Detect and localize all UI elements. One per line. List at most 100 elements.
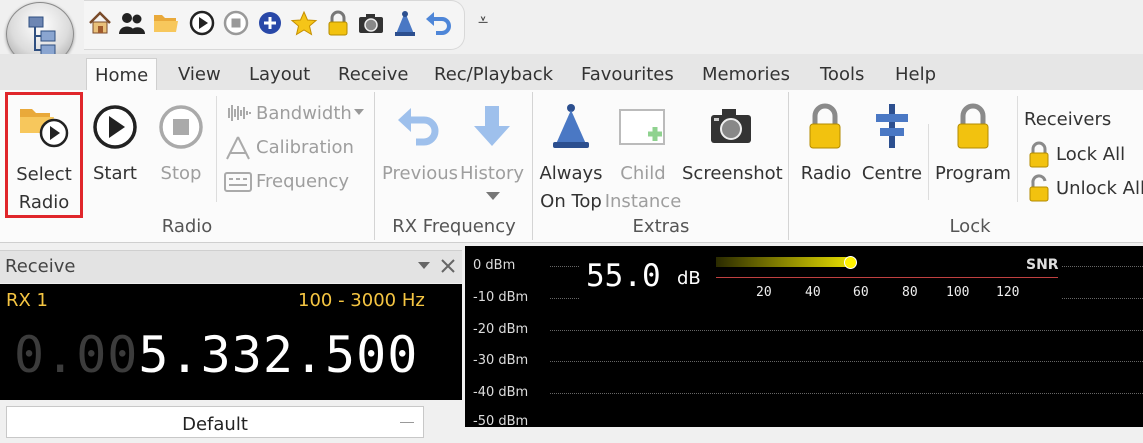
snr-tick: 20 (756, 285, 772, 300)
history-dropdown-icon (486, 192, 500, 200)
lock-program-button[interactable]: Program (934, 160, 1012, 187)
lock-group-divider (928, 124, 929, 200)
grid-line (550, 393, 1143, 394)
rx-bandwidth: 100 - 3000 Hz (298, 290, 425, 311)
home-icon[interactable] (86, 9, 114, 37)
panel-close-icon[interactable] (440, 258, 456, 274)
frequency-leading-digits: 0.00 (14, 326, 139, 384)
always-on-top-icon (553, 104, 589, 148)
select-radio-icon (20, 109, 69, 148)
radio-group-divider (216, 96, 217, 202)
tab-home[interactable]: Home (86, 58, 158, 91)
tab-rec-playback[interactable]: Rec/Playback (434, 58, 553, 90)
tab-favourites[interactable]: Favourites (581, 58, 674, 90)
lock-group-divider (1017, 96, 1018, 202)
history-button[interactable]: History (456, 160, 528, 187)
snr-peak-marker (844, 256, 857, 269)
lock-group-label: Lock (949, 216, 991, 237)
snr-tick: 60 (853, 285, 869, 300)
mode-dropdown-icon (400, 422, 414, 423)
bandwidth-icon (228, 105, 251, 121)
add-icon[interactable] (256, 9, 284, 37)
bandwidth-button[interactable]: Bandwidth (256, 100, 352, 127)
snr-unit: dB (677, 268, 701, 289)
tab-help[interactable]: Help (895, 58, 936, 90)
lock-all-button[interactable]: Lock All (1056, 141, 1125, 168)
child-instance-icon (619, 109, 665, 145)
start-icon[interactable] (92, 104, 138, 150)
centre-lock-icon (876, 104, 908, 148)
snr-tick: 120 (996, 285, 1020, 300)
db-label: -10 dBm (473, 290, 529, 305)
db-label: -20 dBm (473, 322, 529, 337)
db-label: -40 dBm (473, 385, 529, 400)
snr-bar (716, 257, 852, 267)
always-on-top-label-2[interactable]: On Top (536, 188, 606, 215)
snr-scale-line (716, 277, 1058, 278)
unlock-all-button[interactable]: Unlock All (1056, 175, 1143, 202)
radio-group-label: Radio (161, 216, 213, 237)
screenshot-button[interactable]: Screenshot (682, 160, 783, 187)
rx-frequency-group-label: RX Frequency (392, 216, 516, 237)
snr-tick: 40 (805, 285, 821, 300)
db-label: -30 dBm (473, 353, 529, 368)
frequency-button[interactable]: Frequency (256, 168, 349, 195)
calibration-icon (226, 136, 250, 160)
start-button[interactable]: Start (88, 160, 142, 187)
antenna-icon[interactable] (391, 9, 419, 37)
tab-view[interactable]: View (178, 58, 221, 90)
group-separator (788, 92, 789, 240)
program-lock-icon (957, 103, 989, 149)
history-icon (474, 106, 510, 146)
extras-group-label: Extras (632, 216, 690, 237)
receive-panel-title: Receive (5, 256, 76, 277)
folder-icon[interactable] (152, 9, 180, 37)
users-icon[interactable] (118, 9, 146, 37)
select-radio-button[interactable]: Select Radio (5, 92, 83, 218)
rx-name: RX 1 (6, 290, 49, 311)
select-radio-label-2: Radio (18, 192, 70, 213)
tab-tools[interactable]: Tools (820, 58, 864, 90)
grid-line (550, 361, 1143, 362)
panel-dropdown-icon[interactable] (418, 262, 430, 270)
child-instance-label-2[interactable]: Instance (604, 188, 682, 215)
camera-icon[interactable] (357, 9, 385, 37)
grid-line (550, 330, 1143, 331)
unlock-all-icon (1029, 174, 1049, 202)
snr-tick: 100 (946, 285, 970, 300)
frequency-digits: 5.332.500 (138, 326, 419, 384)
lock-centre-button[interactable]: Centre (858, 160, 926, 187)
select-radio-label-1: Select (16, 164, 72, 185)
ribbon-tab-strip (0, 54, 1143, 90)
play-icon[interactable] (188, 9, 216, 37)
rx-frequency-display[interactable]: 0.005.332.500 (14, 326, 418, 384)
frequency-keypad-icon (224, 172, 252, 192)
snr-value: 55.0 (586, 258, 661, 294)
db-label: 0 dBm (473, 258, 516, 273)
lock-all-icon (1029, 141, 1049, 168)
tab-memories[interactable]: Memories (702, 58, 790, 90)
stop-button[interactable]: Stop (154, 160, 208, 187)
calibration-button[interactable]: Calibration (256, 134, 354, 161)
radio-lock-icon (809, 103, 841, 149)
snr-tick: 80 (902, 285, 918, 300)
screenshot-camera-icon (711, 109, 751, 143)
tab-layout[interactable]: Layout (249, 58, 310, 90)
previous-button[interactable]: Previous (380, 160, 460, 187)
always-on-top-label-1[interactable]: Always (536, 160, 606, 187)
star-icon[interactable] (290, 9, 318, 37)
undo-icon[interactable] (424, 9, 452, 37)
previous-icon (398, 108, 439, 146)
customize-qat-button[interactable]: ⩡ (478, 10, 488, 31)
receivers-label: Receivers (1024, 109, 1112, 130)
lock-radio-button[interactable]: Radio (796, 160, 856, 187)
group-separator (374, 92, 375, 240)
stop-large-icon (159, 105, 203, 149)
child-instance-label-1[interactable]: Child (608, 160, 678, 187)
mode-select[interactable]: Default (6, 406, 424, 438)
snr-label: SNR (1026, 257, 1059, 273)
lock-icon[interactable] (324, 9, 352, 37)
stop-icon[interactable] (222, 9, 250, 37)
group-separator (532, 92, 533, 240)
tab-receive[interactable]: Receive (338, 58, 408, 90)
